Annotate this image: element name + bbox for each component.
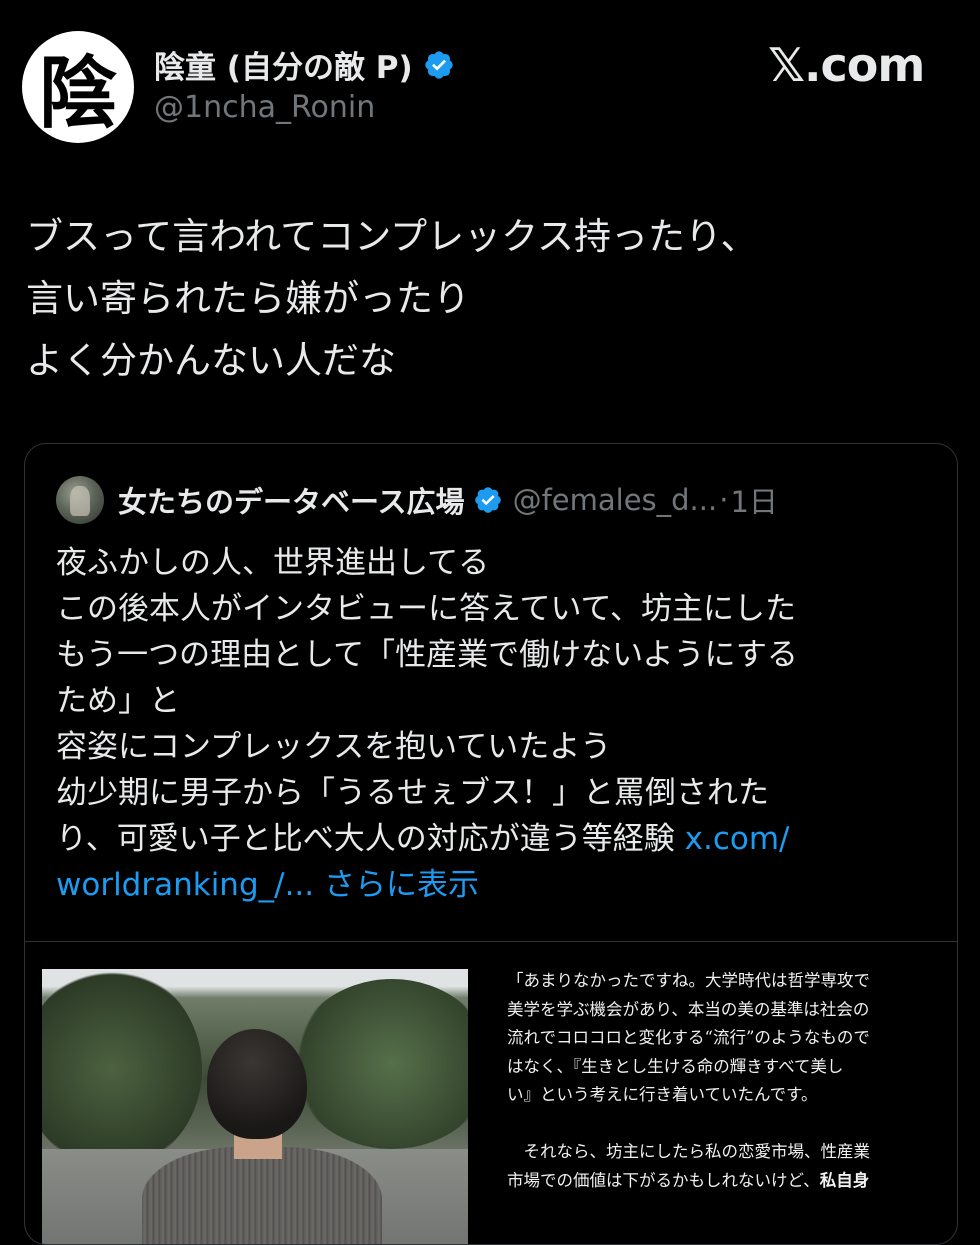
photo-tree: [42, 969, 202, 1169]
quoted-line: 容姿にコンプレックスを抱いていたよう: [56, 729, 612, 765]
quoted-line: この後本人がインタビューに答えていて、坊主にした: [56, 591, 796, 627]
avatar-glyph: 陰: [38, 48, 117, 139]
quoted-tweet-header: 女たちのデータベース広場 @females_d... · 1日: [56, 476, 778, 524]
verified-badge-icon: [474, 487, 501, 513]
quoted-author-avatar[interactable]: [56, 476, 104, 524]
quoted-tweet-card[interactable]: 女たちのデータベース広場 @females_d... · 1日 夜ふかしの人、世…: [24, 443, 958, 1245]
article-line: 「あまりなかったですね。大学時代は哲学専攻で: [507, 971, 870, 990]
verified-badge-icon: [424, 50, 453, 79]
quoted-timestamp[interactable]: 1日: [730, 479, 777, 521]
author-handle[interactable]: @1ncha_Ronin: [154, 90, 375, 125]
article-line: い』という考えに行き着いていたんです。: [507, 1085, 818, 1104]
article-line: 市場での価値は下がるかもしれないけど、: [507, 1170, 820, 1190]
article-bold-text: 私自身: [819, 1170, 870, 1190]
article-line: はなく、『生きとし生ける命の輝きすべて美し: [507, 1056, 844, 1076]
quoted-tweet-text: 夜ふかしの人、世界進出してる この後本人がインタビューに答えていて、坊主にした …: [56, 540, 936, 908]
tweet-link-continued[interactable]: worldranking_/...: [56, 867, 314, 903]
tweet-text: ブスって言われてコンプレックス持ったり、 言い寄られたら嫌がったり よく分かんな…: [26, 206, 956, 392]
author-avatar[interactable]: 陰: [22, 31, 134, 143]
quoted-author-name[interactable]: 女たちのデータベース広場: [118, 479, 465, 521]
photo-person-head: [207, 1029, 307, 1139]
photo-tree: [292, 979, 468, 1149]
separator-dot: ·: [719, 483, 729, 517]
tweet-line: 言い寄られたら嫌がったり: [26, 277, 470, 320]
quoted-line: ため」と: [56, 683, 180, 719]
article-line: 流れでコロコロと変化する“流行”のようなもので: [507, 1028, 870, 1047]
quoted-line: り、可愛い子と比べ大人の対応が違う等経験: [56, 821, 685, 857]
quoted-line-with-link: り、可愛い子と比べ大人の対応が違う等経験 x.com/: [56, 816, 936, 862]
media-divider: [25, 941, 957, 942]
attached-photo[interactable]: [42, 969, 468, 1244]
quoted-author-handle[interactable]: @females_d...: [513, 483, 718, 517]
author-display-name[interactable]: 陰童 (自分の敵 P): [154, 42, 413, 87]
photo-person-shirt: [142, 1147, 382, 1244]
article-line: [507, 1110, 947, 1139]
x-logo: 𝕏.com: [768, 38, 925, 92]
quoted-line: もう一つの理由として「性産業で働けないようにする: [56, 637, 798, 673]
tweet-line: よく分かんない人だな: [26, 339, 396, 382]
article-line: 美学を学ぶ機会があり、本当の美の基準は社会の: [507, 999, 870, 1019]
tweet-link[interactable]: x.com/: [685, 821, 790, 857]
article-line-with-bold: 市場での価値は下がるかもしれないけど、私自身: [507, 1167, 947, 1196]
author-name-row: 陰童 (自分の敵 P): [154, 42, 455, 87]
quoted-link-line: worldranking_/... さらに表示: [56, 862, 936, 908]
article-excerpt: 「あまりなかったですね。大学時代は哲学専攻で 美学を学ぶ機会があり、本当の美の基…: [507, 967, 947, 1195]
quoted-line: 幼少期に男子から「うるせぇブス！」と罵倒された: [56, 775, 769, 811]
show-more-link[interactable]: さらに表示: [324, 867, 479, 903]
tweet-line: ブスって言われてコンプレックス持ったり、: [26, 215, 758, 258]
article-line: それなら、坊主にしたら私の恋愛市場、性産業: [507, 1142, 871, 1161]
quoted-line: 夜ふかしの人、世界進出してる: [56, 545, 490, 581]
